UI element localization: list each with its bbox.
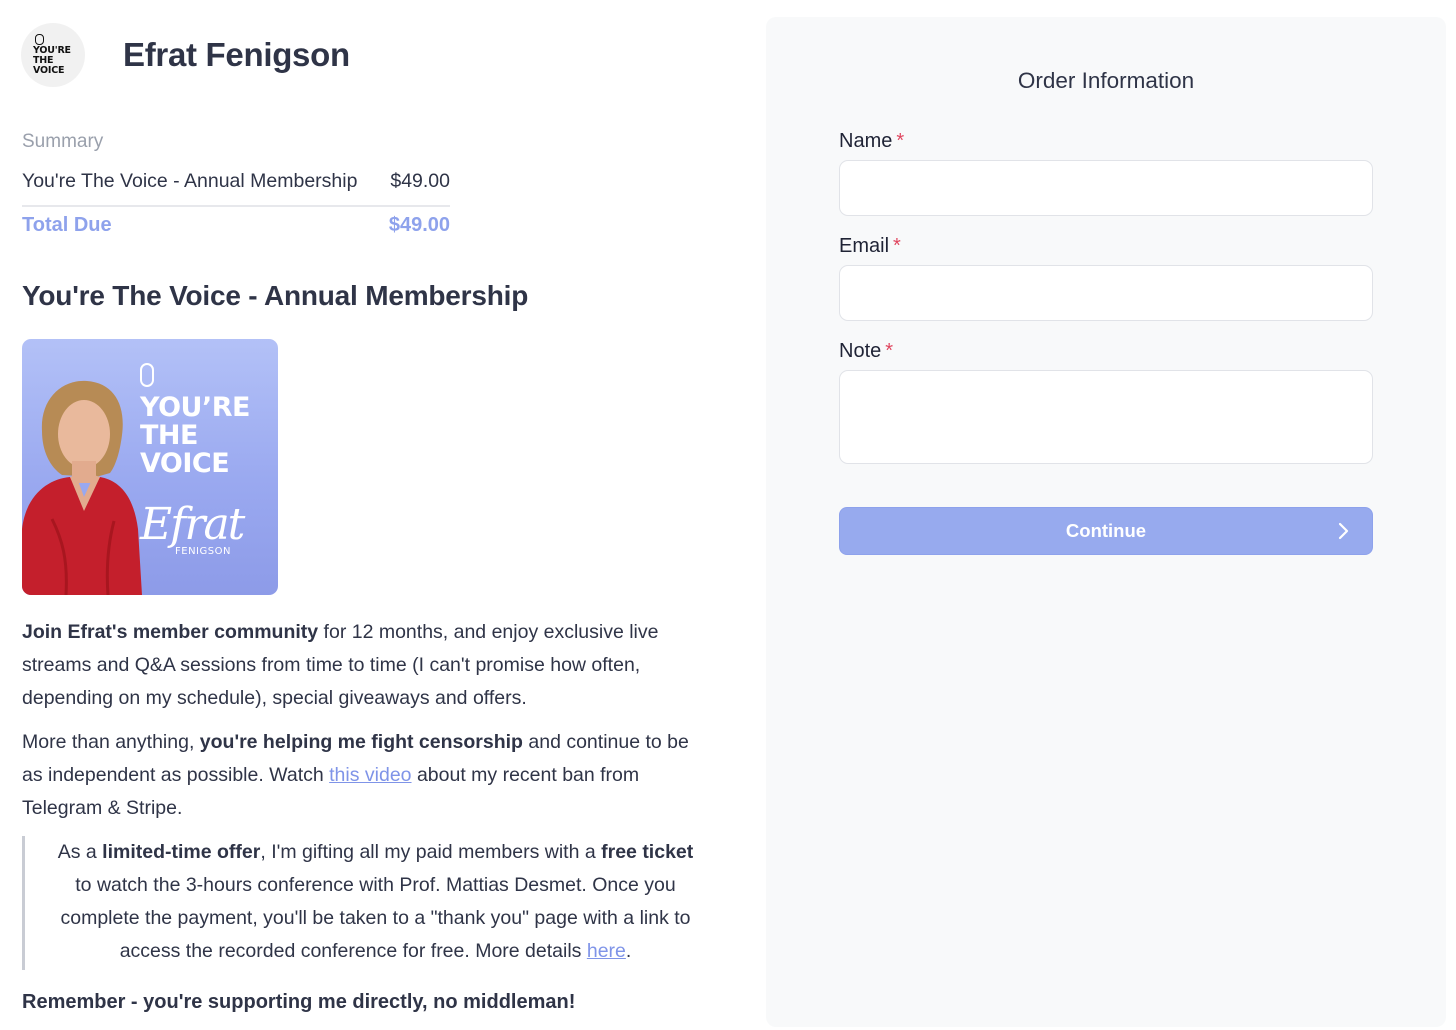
note-label-text: Note <box>839 340 882 362</box>
email-input[interactable] <box>839 265 1373 321</box>
required-marker: * <box>896 130 905 152</box>
name-input[interactable] <box>839 160 1373 216</box>
microphone-icon <box>35 34 44 45</box>
description-bold: you're helping me fight censorship <box>199 731 523 753</box>
image-signature: Efrat <box>140 499 245 550</box>
continue-button[interactable]: Continue <box>839 507 1373 555</box>
image-title-line-3: VOICE <box>140 448 230 479</box>
image-title-line-1: YOU’RE <box>140 392 250 423</box>
remember-note: Remember - you're supporting me directly… <box>22 991 576 1013</box>
logo-line-3: VOICE <box>33 65 65 76</box>
note-textarea[interactable] <box>839 370 1373 464</box>
order-information-panel: Order Information Name * Email * Note * Con… <box>766 17 1446 1027</box>
quote-text: As a <box>57 841 103 863</box>
limited-offer-quote: As a limited-time offer, I'm gifting all… <box>22 836 702 970</box>
description-paragraph-2: More than anything, you're helping me fi… <box>22 726 712 825</box>
name-label: Name * <box>839 130 904 153</box>
order-information-title: Order Information <box>1017 68 1195 93</box>
quote-text: , I'm gifting all my paid members with a <box>260 841 602 863</box>
chevron-right-icon <box>1338 522 1349 540</box>
brand-header: YOU'RE THE VOICE Efrat Fenigson <box>21 23 350 87</box>
total-due-row: Total Due $49.00 <box>22 214 450 237</box>
total-due-label: Total Due <box>22 214 112 236</box>
description-bold: Join Efrat's member community <box>22 621 319 643</box>
microphone-icon <box>140 363 154 387</box>
description-paragraph-1: Join Efrat's member community for 12 mon… <box>22 616 712 715</box>
email-label: Email * <box>839 235 901 258</box>
summary-line-item: You're The Voice - Annual Membership $49… <box>22 170 450 193</box>
product-image: YOU’RE THE VOICE Efrat FENIGSON <box>22 339 278 595</box>
quote-bold: limited-time offer <box>102 841 261 863</box>
email-label-text: Email <box>839 235 890 257</box>
line-item-name: You're The Voice - Annual Membership <box>22 170 358 192</box>
required-marker: * <box>885 340 894 362</box>
product-column: YOU'RE THE VOICE Efrat Fenigson Summary … <box>21 0 712 1030</box>
line-item-price: $49.00 <box>390 170 450 192</box>
image-title: YOU’RE THE VOICE <box>140 394 250 478</box>
total-due-price: $49.00 <box>388 214 450 236</box>
summary-divider <box>22 205 450 207</box>
continue-label: Continue <box>1065 520 1147 541</box>
required-marker: * <box>893 235 901 257</box>
brand-logo: YOU'RE THE VOICE <box>21 23 85 87</box>
image-subtitle: FENIGSON <box>175 546 231 557</box>
brand-name: Efrat Fenigson <box>123 36 350 73</box>
here-link[interactable]: here <box>587 940 626 962</box>
summary-label: Summary <box>22 131 104 152</box>
image-title-line-2: THE <box>140 420 198 451</box>
this-video-link[interactable]: this video <box>329 764 411 786</box>
product-title: You're The Voice - Annual Membership <box>22 280 529 311</box>
name-label-text: Name <box>839 130 893 152</box>
quote-bold: free ticket <box>601 841 694 863</box>
note-label: Note * <box>839 340 893 363</box>
description-text: More than anything, <box>22 731 200 753</box>
quote-text: . <box>625 940 632 962</box>
